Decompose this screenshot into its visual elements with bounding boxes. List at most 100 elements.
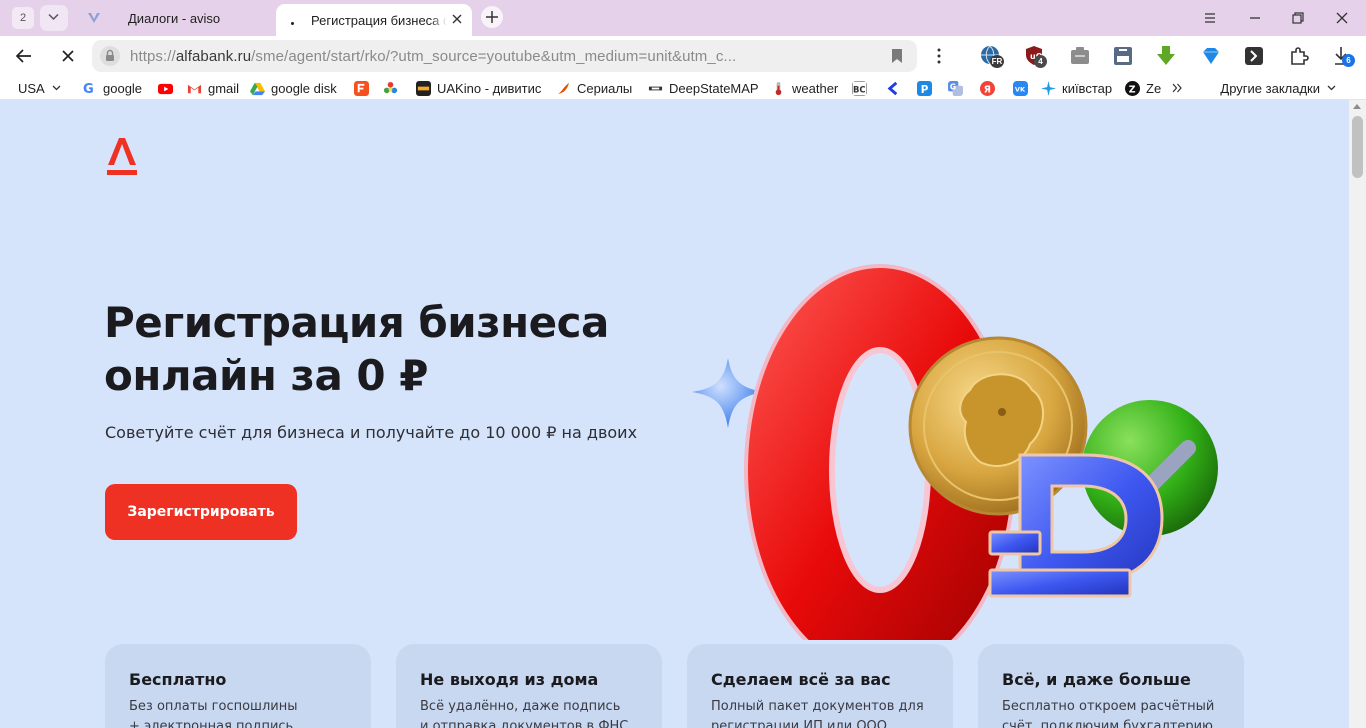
tab-alfabank-active[interactable]: Регистрация бизнеса онлайн bbox=[276, 4, 472, 36]
feature-text-line: счёт, подключим бухгалтерию bbox=[1002, 719, 1214, 728]
bookmark-label: google bbox=[103, 80, 143, 96]
bookmark-folder-usa[interactable]: USA bbox=[18, 79, 61, 97]
bookmark-youtube[interactable] bbox=[158, 79, 179, 97]
register-button[interactable]: Зарегистрировать bbox=[105, 484, 297, 540]
bookmark-serialy[interactable]: Сериалы bbox=[556, 79, 632, 97]
feature-text-line: регистрации ИП или ООО bbox=[711, 719, 888, 728]
bookmark-ze[interactable]: Z Ze bbox=[1125, 79, 1161, 97]
minimize-icon[interactable] bbox=[1247, 10, 1263, 26]
bookmark-uakino[interactable]: UAKino - дивитис bbox=[416, 79, 542, 97]
tab-list-button[interactable] bbox=[40, 5, 68, 31]
more-vert-icon[interactable] bbox=[936, 48, 942, 64]
svg-text:BC: BC bbox=[853, 84, 866, 94]
diamond-icon[interactable] bbox=[1199, 44, 1223, 68]
bookmark-icon[interactable] bbox=[891, 48, 903, 64]
restore-icon[interactable] bbox=[1290, 10, 1306, 26]
loading-icon bbox=[291, 21, 294, 25]
svg-text:G: G bbox=[950, 82, 956, 91]
feature-card-free: Бесплатно Без оплаты госпошлины + электр… bbox=[105, 644, 371, 728]
back-arrow-icon[interactable] bbox=[14, 46, 34, 66]
feature-title: Сделаем всё за вас bbox=[711, 670, 891, 689]
close-window-icon[interactable] bbox=[1334, 10, 1350, 26]
bookmark-yandex[interactable]: Я bbox=[980, 79, 1001, 97]
bookmarks-bar: USA G google gmail google disk UAKino - … bbox=[0, 76, 1366, 100]
url-text: https://alfabank.ru/sme/agent/start/rko/… bbox=[130, 48, 736, 65]
extension-box-icon[interactable] bbox=[1068, 44, 1092, 68]
feature-title: Бесплатно bbox=[129, 670, 227, 689]
fox-icon bbox=[557, 82, 570, 94]
feature-text: Бесплатно откроем расчётный счёт, подклю… bbox=[1002, 697, 1220, 728]
new-tab-button[interactable] bbox=[481, 6, 503, 28]
download-arrow-icon[interactable] bbox=[1154, 44, 1178, 68]
other-bookmarks-folder[interactable]: Другие закладки bbox=[1220, 79, 1336, 97]
url-host: alfabank.ru bbox=[175, 48, 252, 65]
youtube-icon bbox=[158, 83, 173, 94]
downloads-icon[interactable]: 6 bbox=[1331, 44, 1355, 68]
feature-text-line: Без оплаты госпошлины bbox=[129, 699, 298, 714]
feature-card-we-do-it: Сделаем всё за вас Полный пакет документ… bbox=[687, 644, 953, 728]
scroll-up-arrow-icon[interactable] bbox=[1353, 104, 1361, 109]
page-scrollbar[interactable] bbox=[1349, 100, 1366, 728]
feature-text-line: Полный пакет документов для bbox=[711, 699, 924, 714]
google-drive-icon bbox=[250, 82, 265, 95]
lock-icon[interactable] bbox=[100, 46, 120, 66]
bookmark-label: USA bbox=[18, 80, 45, 96]
gmail-icon bbox=[187, 84, 202, 93]
bookmark-f[interactable] bbox=[354, 79, 375, 97]
bookmark-bc[interactable]: BC bbox=[852, 79, 873, 97]
bookmark-label: Сериалы bbox=[577, 80, 633, 96]
bookmark-gmail[interactable]: gmail bbox=[187, 79, 239, 97]
ublock-icon[interactable]: uO 4 bbox=[1023, 44, 1047, 68]
bookmark-google[interactable]: G google bbox=[82, 79, 142, 97]
puzzle-icon[interactable] bbox=[1287, 44, 1311, 68]
deepstate-icon bbox=[648, 86, 663, 90]
hero-title-line2: онлайн за 0 ₽ bbox=[104, 351, 428, 400]
bookmark-flower[interactable] bbox=[383, 79, 404, 97]
feature-card-more: Всё, и даже больше Бесплатно откроем рас… bbox=[978, 644, 1244, 728]
bookmark-kyivstar[interactable]: київстар bbox=[1041, 79, 1112, 97]
hero-title-line1: Регистрация бизнеса bbox=[104, 298, 609, 347]
more-bookmarks-button[interactable] bbox=[1172, 79, 1182, 97]
menu-icon[interactable] bbox=[1202, 10, 1218, 26]
svg-text:VK: VK bbox=[1015, 85, 1026, 93]
alfabank-logo[interactable] bbox=[105, 136, 139, 178]
feature-text-line: + электронная подпись bbox=[129, 719, 294, 728]
chevron-down-icon bbox=[48, 13, 59, 21]
bookmark-script-icon[interactable] bbox=[1242, 44, 1266, 68]
tab-aviso[interactable]: Диалоги - aviso bbox=[80, 4, 270, 32]
f-icon bbox=[354, 80, 369, 96]
address-bar[interactable]: https://alfabank.ru/sme/agent/start/rko/… bbox=[92, 40, 917, 72]
chevron-down-icon bbox=[52, 85, 61, 91]
double-chevron-right-icon bbox=[1172, 83, 1182, 93]
close-icon[interactable] bbox=[450, 12, 464, 26]
svg-text:Z: Z bbox=[1129, 84, 1136, 95]
bookmark-label: DeepStateMAP bbox=[669, 80, 759, 96]
bookmark-deepstate[interactable]: DeepStateMAP bbox=[648, 79, 759, 97]
stop-loading-icon[interactable] bbox=[58, 46, 78, 66]
bookmark-vk[interactable]: VK bbox=[1013, 79, 1034, 97]
scrollbar-thumb[interactable] bbox=[1352, 116, 1363, 178]
bookmark-p[interactable]: P bbox=[917, 79, 938, 97]
lion-coin bbox=[908, 336, 1088, 516]
bookmark-weather[interactable]: weather bbox=[771, 79, 838, 97]
bookmark-translate[interactable]: G bbox=[948, 79, 969, 97]
page-viewport: Регистрация бизнеса онлайн за 0 ₽ Совету… bbox=[0, 100, 1349, 728]
bookmark-label: google disk bbox=[271, 80, 337, 96]
arrow-left-icon bbox=[887, 81, 898, 95]
downloads-badge: 6 bbox=[1342, 54, 1355, 67]
feature-title: Всё, и даже больше bbox=[1002, 670, 1191, 689]
translate-icon: G bbox=[948, 80, 963, 96]
tab-count-badge[interactable]: 2 bbox=[12, 7, 34, 29]
yandex-icon: Я bbox=[980, 80, 995, 96]
hero-illustration bbox=[692, 264, 1218, 640]
vpn-globe-icon[interactable]: FR bbox=[979, 44, 1004, 68]
tab-strip: 2 Диалоги - aviso Регистрация бизнеса он… bbox=[0, 0, 1366, 36]
chevron-down-icon bbox=[1327, 85, 1336, 91]
bookmark-label: київстар bbox=[1062, 80, 1113, 96]
bookmark-google-disk[interactable]: google disk bbox=[250, 79, 337, 97]
media-extension-icon[interactable] bbox=[1111, 44, 1135, 68]
svg-text:Я: Я bbox=[984, 84, 991, 95]
hero-subtitle: Советуйте счёт для бизнеса и получайте д… bbox=[105, 423, 638, 442]
flower-icon bbox=[383, 81, 398, 93]
bookmark-arrow[interactable] bbox=[886, 79, 907, 97]
